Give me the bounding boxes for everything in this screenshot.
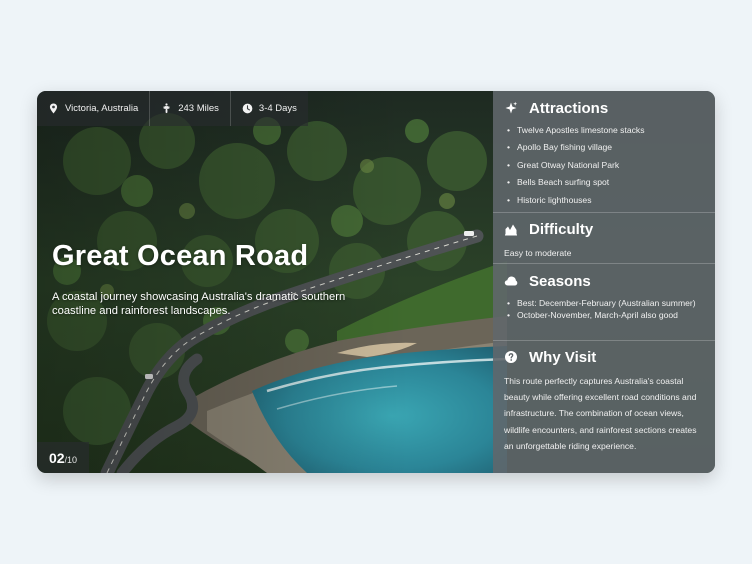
meta-location-label: Victoria, Australia bbox=[65, 103, 139, 114]
section-divider bbox=[493, 340, 715, 341]
list-item: Bells Beach surfing spot bbox=[504, 176, 704, 188]
route-meta-bar: Victoria, Australia 243 Miles 3-4 Days bbox=[37, 91, 308, 126]
sparkle-icon bbox=[504, 101, 518, 115]
slide-total: /10 bbox=[64, 455, 78, 465]
meta-duration-label: 3-4 Days bbox=[258, 103, 297, 114]
section-divider bbox=[493, 212, 715, 213]
route-description: A coastal journey showcasing Australia's… bbox=[52, 291, 346, 317]
route-card: Victoria, Australia 243 Miles 3-4 Days G… bbox=[37, 91, 715, 473]
route-title: Great Ocean Road bbox=[52, 240, 309, 272]
difficulty-title: Difficulty bbox=[529, 220, 594, 238]
question-circle-icon bbox=[504, 350, 518, 364]
slide-current: 02 bbox=[48, 450, 65, 466]
list-item: Apollo Bay fishing village bbox=[504, 141, 704, 153]
difficulty-section: Difficulty Easy to moderate bbox=[493, 219, 715, 261]
attractions-section: Attractions Twelve Apostles limestone st… bbox=[493, 98, 715, 211]
attractions-title: Attractions bbox=[529, 99, 609, 117]
attractions-list: Twelve Apostles limestone stacks Apollo … bbox=[504, 124, 704, 206]
list-item: October-November, March-April also good bbox=[504, 309, 704, 321]
mountain-chart-icon bbox=[504, 222, 518, 236]
meta-location: Victoria, Australia bbox=[37, 91, 151, 126]
meta-distance-label: 243 Miles bbox=[178, 103, 219, 114]
seasons-list: Best: December-February (Australian summ… bbox=[504, 297, 704, 321]
meta-duration: 3-4 Days bbox=[231, 91, 308, 126]
why-visit-section: Why Visit This route perfectly captures … bbox=[493, 347, 715, 454]
list-item: Best: December-February (Australian summ… bbox=[504, 297, 704, 309]
list-item: Twelve Apostles limestone stacks bbox=[504, 124, 704, 136]
motorcycle-icon bbox=[161, 103, 172, 114]
clock-icon bbox=[242, 103, 253, 114]
list-item: Great Otway National Park bbox=[504, 159, 704, 171]
why-visit-text: This route perfectly captures Australia'… bbox=[504, 376, 697, 451]
section-divider bbox=[493, 263, 715, 264]
list-item: Historic lighthouses bbox=[504, 194, 704, 206]
cloud-icon bbox=[504, 274, 518, 288]
location-pin-icon bbox=[48, 103, 59, 114]
meta-distance: 243 Miles bbox=[150, 91, 231, 126]
route-info-panel: Attractions Twelve Apostles limestone st… bbox=[493, 91, 715, 473]
why-visit-title: Why Visit bbox=[529, 348, 597, 366]
slide-counter: 02 /10 bbox=[37, 442, 89, 473]
difficulty-text: Easy to moderate bbox=[504, 248, 572, 258]
seasons-section: Seasons Best: December-February (Austral… bbox=[493, 271, 715, 321]
seasons-title: Seasons bbox=[529, 272, 591, 290]
